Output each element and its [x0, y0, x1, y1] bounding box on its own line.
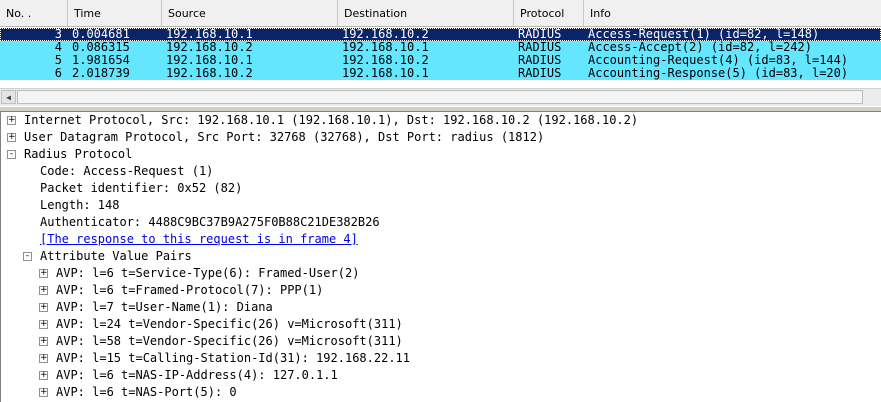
packet-info: Access-Request(1) (id=82, l=148) [588, 28, 820, 41]
packet-no: 4 [54, 41, 62, 54]
expand-icon[interactable]: + [39, 269, 48, 278]
expand-icon[interactable]: + [39, 303, 48, 312]
avp-label: AVP: l=58 t=Vendor-Specific(26) v=Micros… [56, 334, 403, 348]
avp-label: AVP: l=7 t=User-Name(1): Diana [56, 300, 273, 314]
packet-list-hscrollbar[interactable]: ◀ [0, 88, 881, 106]
tree-node-code[interactable]: Code: Access-Request (1) [40, 163, 213, 180]
tree-node-ip[interactable]: + Internet Protocol, Src: 192.168.10.1 (… [0, 112, 881, 129]
packet-no: 6 [54, 67, 62, 80]
packet-list-pane: No. . Time Source Destination Protocol I… [0, 0, 881, 88]
avp-label: AVP: l=6 t=NAS-IP-Address(4): 127.0.1.1 [56, 368, 338, 382]
column-header-time-label: Time [74, 7, 101, 20]
packet-protocol: RADIUS [518, 54, 562, 67]
packet-details-pane: + Internet Protocol, Src: 192.168.10.1 (… [0, 112, 881, 402]
scroll-left-icon[interactable]: ◀ [1, 90, 16, 104]
packet-row[interactable]: 4 0.086315 192.168.10.2 192.168.10.1 RAD… [0, 41, 881, 54]
column-header-source-label: Source [168, 7, 206, 20]
packet-info: Accounting-Response(5) (id=83, l=20) [588, 67, 849, 80]
tree-node-radius[interactable]: - Radius Protocol [0, 146, 881, 163]
packet-destination: 192.168.10.1 [342, 41, 429, 54]
packet-row[interactable]: 3 0.004681 192.168.10.1 192.168.10.2 RAD… [0, 28, 881, 41]
column-header-time[interactable]: Time [68, 0, 162, 26]
packet-info: Accounting-Request(4) (id=83, l=144) [588, 54, 849, 67]
tree-node-avp[interactable]: + AVP: l=6 t=Framed-Protocol(7): PPP(1) [0, 282, 881, 299]
tree-node-udp-label: User Datagram Protocol, Src Port: 32768 … [24, 130, 545, 144]
packet-time: 1.981654 [72, 54, 130, 67]
column-header-no-label: No. . [6, 7, 32, 20]
tree-node-avp[interactable]: + AVP: l=7 t=User-Name(1): Diana [0, 299, 881, 316]
tree-node-ip-label: Internet Protocol, Src: 192.168.10.1 (19… [24, 113, 639, 127]
column-header-destination[interactable]: Destination [338, 0, 514, 26]
avp-label: AVP: l=15 t=Calling-Station-Id(31): 192.… [56, 351, 411, 365]
tree-node-avp[interactable]: + AVP: l=58 t=Vendor-Specific(26) v=Micr… [0, 333, 881, 350]
packet-protocol: RADIUS [518, 41, 562, 54]
packet-destination: 192.168.10.2 [342, 54, 429, 67]
packet-no: 5 [54, 54, 62, 67]
avp-label: AVP: l=24 t=Vendor-Specific(26) v=Micros… [56, 317, 403, 331]
response-frame-link[interactable]: [The response to this request is in fram… [40, 231, 358, 248]
tree-node-avp[interactable]: + AVP: l=6 t=NAS-IP-Address(4): 127.0.1.… [0, 367, 881, 384]
tree-node-avp[interactable]: + AVP: l=15 t=Calling-Station-Id(31): 19… [0, 350, 881, 367]
tree-node-avp-list[interactable]: - Attribute Value Pairs [0, 248, 881, 265]
column-header-protocol-label: Protocol [520, 7, 565, 20]
tree-node-avp[interactable]: + AVP: l=24 t=Vendor-Specific(26) v=Micr… [0, 316, 881, 333]
scrollbar-thumb[interactable] [17, 90, 863, 104]
packet-rows: 3 0.004681 192.168.10.1 192.168.10.2 RAD… [0, 28, 881, 80]
column-header-no[interactable]: No. . [0, 0, 68, 26]
avp-label: AVP: l=6 t=NAS-Port(5): 0 [56, 385, 237, 399]
expand-icon[interactable]: + [39, 354, 48, 363]
tree-node-authenticator[interactable]: Authenticator: 4488C9BC37B9A275F0B88C21D… [40, 214, 380, 231]
tree-node-avp-list-label: Attribute Value Pairs [40, 249, 192, 263]
packet-row[interactable]: 6 2.018739 192.168.10.2 192.168.10.1 RAD… [0, 67, 881, 80]
expand-icon[interactable]: + [39, 320, 48, 329]
packet-destination: 192.168.10.2 [342, 28, 429, 41]
column-header-protocol[interactable]: Protocol [514, 0, 584, 26]
tree-node-avp[interactable]: + AVP: l=6 t=NAS-Port(5): 0 [0, 384, 881, 401]
column-header-info[interactable]: Info [584, 0, 881, 26]
packet-time: 0.004681 [72, 28, 130, 41]
expand-icon[interactable]: + [39, 371, 48, 380]
packet-time: 0.086315 [72, 41, 130, 54]
column-header-info-label: Info [590, 7, 611, 20]
tree-node-avp[interactable]: + AVP: l=6 t=Service-Type(6): Framed-Use… [0, 265, 881, 282]
expand-icon[interactable]: + [7, 133, 16, 142]
expand-icon[interactable]: + [39, 388, 48, 397]
packet-protocol: RADIUS [518, 28, 562, 41]
packet-row[interactable]: 5 1.981654 192.168.10.1 192.168.10.2 RAD… [0, 54, 881, 67]
packet-source: 192.168.10.2 [166, 67, 253, 80]
packet-protocol: RADIUS [518, 67, 562, 80]
packet-source: 192.168.10.1 [166, 28, 253, 41]
packet-source: 192.168.10.2 [166, 41, 253, 54]
tree-node-packet-identifier[interactable]: Packet identifier: 0x52 (82) [40, 180, 242, 197]
packet-info: Access-Accept(2) (id=82, l=242) [588, 41, 812, 54]
collapse-icon[interactable]: - [23, 252, 32, 261]
packet-no: 3 [54, 28, 62, 41]
avp-label: AVP: l=6 t=Framed-Protocol(7): PPP(1) [56, 283, 324, 297]
collapse-icon[interactable]: - [7, 150, 16, 159]
avp-label: AVP: l=6 t=Service-Type(6): Framed-User(… [56, 266, 360, 280]
expand-icon[interactable]: + [39, 286, 48, 295]
expand-icon[interactable]: + [39, 337, 48, 346]
packet-source: 192.168.10.1 [166, 54, 253, 67]
tree-node-radius-label: Radius Protocol [24, 147, 133, 161]
packet-list-header: No. . Time Source Destination Protocol I… [0, 0, 881, 27]
expand-icon[interactable]: + [7, 116, 16, 125]
packet-time: 2.018739 [72, 67, 130, 80]
column-header-source[interactable]: Source [162, 0, 338, 26]
packet-destination: 192.168.10.1 [342, 67, 429, 80]
column-header-destination-label: Destination [344, 7, 408, 20]
tree-node-length[interactable]: Length: 148 [40, 197, 119, 214]
tree-node-udp[interactable]: + User Datagram Protocol, Src Port: 3276… [0, 129, 881, 146]
